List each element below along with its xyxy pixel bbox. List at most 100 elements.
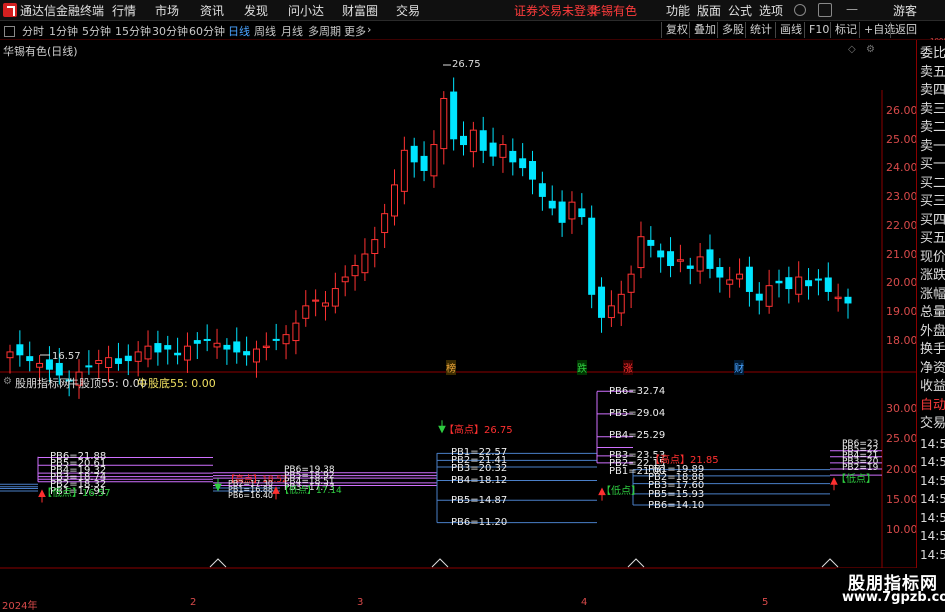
y-tick: 26.00 [886,104,918,117]
candle-body [765,285,773,307]
ind-y-tick: 10.00 [886,523,918,536]
ind-group2-labels: PB2=17.30 PB1=16.88 PB6=16.40 [228,479,274,500]
candle-body [440,97,448,150]
candle-body [164,345,172,350]
period-multi[interactable]: 多周期 [308,23,341,39]
period-5min[interactable]: 5分钟 [82,23,111,39]
candle-body [686,265,694,269]
watermark-url: www.7gpzb.com [842,590,945,605]
ind-pb4: PB4=18.12 [451,475,508,486]
btn-tongji[interactable]: 统计 [745,22,772,38]
candle-body [588,217,596,295]
kline-chart [0,64,916,569]
menu-zixun[interactable]: 资讯 [200,2,224,19]
period-15min[interactable]: 15分钟 [115,23,151,39]
btn-fanhui[interactable]: 返回 [890,22,917,38]
candle-body [627,273,635,293]
btn-fuquan[interactable]: 复权 [661,22,688,38]
menu-wenxiaoda[interactable]: 问小达 [288,2,324,19]
indicator-settings-icon[interactable]: ⚙ [3,376,12,387]
ind-g4-pb5: PB5=29.04 [609,408,666,419]
period-fenshi[interactable]: 分时 [22,23,44,39]
menu-xuanxiang[interactable]: 选项 [759,2,783,19]
guest-label[interactable]: 游客 [893,2,917,19]
menu-hangqing[interactable]: 行情 [112,2,136,19]
period-1min[interactable]: 1分钟 [49,23,78,39]
menu-gongshi[interactable]: 公式 [728,2,752,19]
ind-g4b-pb6: PB6=14.10 [648,500,705,511]
candle-body [114,358,122,364]
menu-faxian[interactable]: 发现 [244,2,268,19]
candle-body [341,276,349,283]
period-weekly[interactable]: 周线 [254,23,276,39]
high-price-label: 26.75 [452,59,481,70]
low-price-label: 16.57 [52,351,81,362]
event-tag-zhang[interactable]: 涨 [623,360,633,375]
period-monthly[interactable]: 月线 [281,23,303,39]
menu-caifuquan[interactable]: 财富圈 [342,2,378,19]
ind-group5-low: 【低点】 [836,474,876,485]
menu-jiaoyi[interactable]: 交易 [396,2,420,19]
y-tick: 23.00 [886,190,918,203]
time-tick: 4 [581,597,588,608]
candle-body [16,344,24,356]
message-icon[interactable] [818,3,832,17]
user-icon[interactable] [794,4,806,16]
candle-body [814,278,822,281]
app-title: 通达信金融终端 [20,4,105,18]
candle-body [233,341,241,353]
time-tick: 2 [190,597,197,608]
layout-toggle-icon[interactable] [4,26,15,37]
btn-huaxian[interactable]: 画线 [775,22,802,38]
minimize-icon[interactable]: — [846,2,858,16]
y-tick: 20.00 [886,276,918,289]
period-30min[interactable]: 30分钟 [152,23,188,39]
ind-pb3: PB3=20.32 [451,463,508,474]
candle-body [203,338,211,341]
candle-body [410,145,418,163]
y-tick: 22.00 [886,219,918,232]
btn-diejia[interactable]: 叠加 [689,22,716,38]
menu-banmian[interactable]: 版面 [697,2,721,19]
candle-body [499,144,507,158]
candle-body [430,144,438,177]
signal-marker-icon [821,558,839,568]
btn-duogu[interactable]: 多股 [717,22,744,38]
candle-body [489,142,497,157]
menu-gongneng[interactable]: 功能 [666,2,690,19]
candle-body [6,351,14,359]
candle-body [479,130,487,151]
candle-body [95,360,103,364]
event-tag-bang[interactable]: 榜 [446,360,456,375]
candle-body [55,362,63,376]
event-tag-die[interactable]: 跌 [577,360,587,375]
period-60min[interactable]: 60分钟 [189,23,225,39]
event-tag-cai[interactable]: 财 [734,360,744,375]
signal-marker-icon [627,558,645,568]
candle-body [469,129,477,153]
btn-biaoji[interactable]: 标记 [830,22,857,38]
btn-f10[interactable]: F10 [804,22,829,38]
indicator-param-bottom: 牛股底55: 0.00 [137,377,216,390]
login-status[interactable]: 证券交易未登录 [514,2,598,19]
candle-body [183,345,191,361]
candle-body [174,352,182,356]
indicator-name[interactable]: 股朋指标网 [15,375,70,391]
ind-g4b-pb5: PB5=15.93 [648,489,705,500]
indicator-param-top: 牛股顶55: 0.00 [68,377,147,390]
candle-body [302,305,310,319]
candle-body [124,355,132,362]
candle-body [775,280,783,284]
chevron-right-icon[interactable]: › [367,23,371,36]
period-daily[interactable]: 日线 [228,23,250,39]
menu-shichang[interactable]: 市场 [155,2,179,19]
candle-body [726,279,734,285]
y-tick: 25.00 [886,133,918,146]
period-more[interactable]: 更多 [344,23,366,39]
candle-body [144,345,152,360]
candle-body [85,365,93,368]
ind-pb6: PB6=11.20 [451,517,508,528]
candle-body [607,305,615,319]
candle-body [331,288,339,307]
candle-body [745,266,753,292]
